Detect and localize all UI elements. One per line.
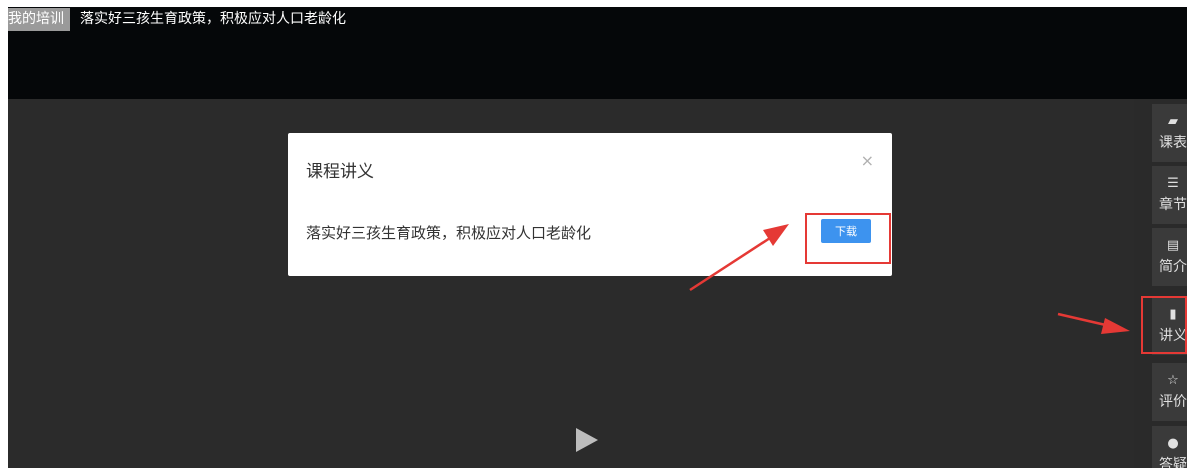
sidebar-item-label: 答疑 [1159,457,1187,468]
book-icon: ▰ [1168,114,1178,129]
breadcrumb: 我的培训 落实好三孩生育政策，积极应对人口老龄化 [8,7,346,31]
list-icon: ☰ [1167,176,1179,191]
sidebar-item-chapters[interactable]: ☰ 章节 [1152,166,1187,224]
sidebar-item-schedule[interactable]: ▰ 课表 [1152,104,1187,162]
sidebar-item-qa[interactable]: ● 答疑 [1152,426,1187,468]
header-bar: 我的培训 落实好三孩生育政策，积极应对人口老龄化 [8,7,1187,99]
sidebar-item-label: 章节 [1159,197,1187,213]
chat-bubble-icon: ● [1167,436,1179,451]
download-button[interactable]: 下载 [821,219,871,243]
star-icon: ☆ [1167,373,1179,388]
play-icon[interactable] [576,428,598,452]
my-training-link[interactable]: 我的培训 [8,7,70,31]
course-title: 落实好三孩生育政策，积极应对人口老龄化 [80,11,346,27]
close-icon[interactable]: × [861,151,874,170]
handout-file-name: 落实好三孩生育政策，积极应对人口老龄化 [306,224,592,242]
sidebar: ▰ 课表 ☰ 章节 ▤ 简介 ▮ 讲义 ☆ 评价 ● 答疑 [1152,104,1187,468]
sidebar-item-label: 评价 [1159,394,1187,410]
player-window: 我的培训 落实好三孩生育政策，积极应对人口老龄化 ▰ 课表 ☰ 章节 ▤ 简介 … [8,7,1187,468]
sidebar-item-label: 课表 [1159,135,1187,151]
sidebar-item-label: 讲义 [1159,328,1187,344]
document-icon: ▮ [1169,307,1177,322]
sidebar-item-handout[interactable]: ▮ 讲义 [1152,297,1187,355]
id-card-icon: ▤ [1166,238,1180,253]
handout-dialog: 课程讲义 × 落实好三孩生育政策，积极应对人口老龄化 下载 [288,133,892,276]
dialog-title: 课程讲义 [306,162,374,182]
sidebar-item-intro[interactable]: ▤ 简介 [1152,228,1187,286]
sidebar-item-label: 简介 [1159,259,1187,275]
sidebar-item-review[interactable]: ☆ 评价 [1152,363,1187,421]
